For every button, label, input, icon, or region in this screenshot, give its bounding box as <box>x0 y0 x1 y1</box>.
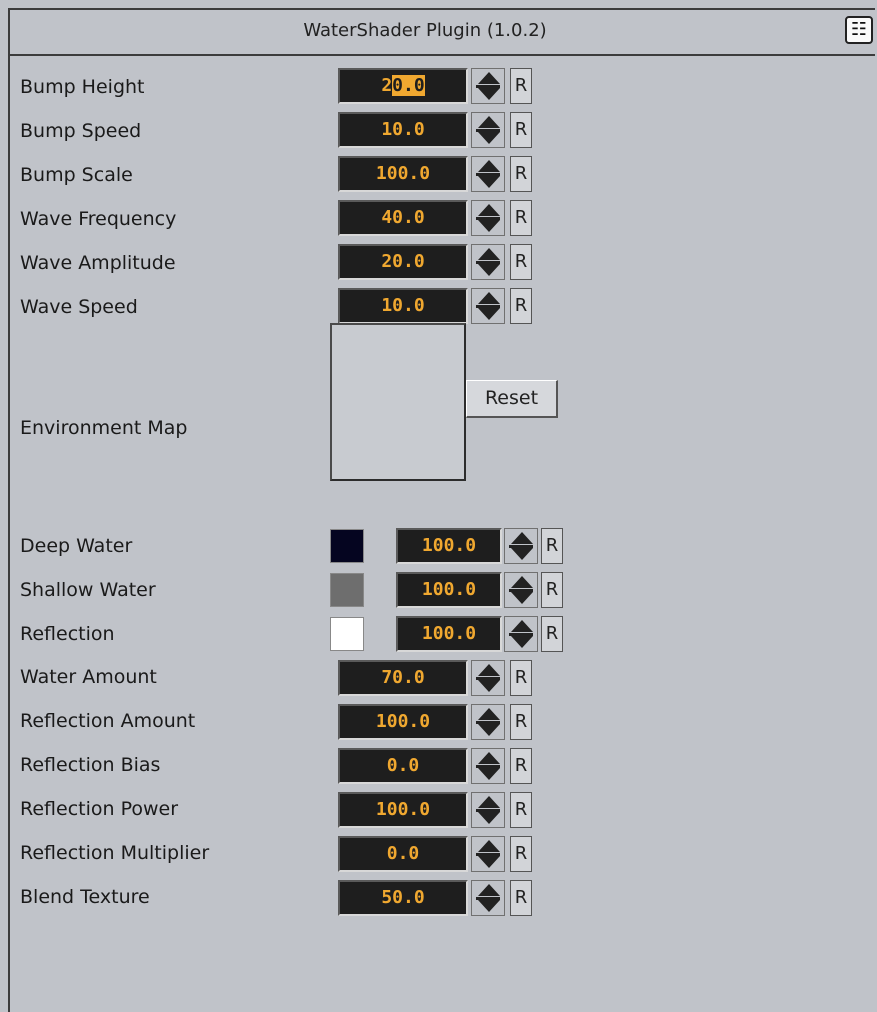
wave-speed-field[interactable]: 10.0 <box>338 288 468 324</box>
bump-speed-field[interactable]: 10.0 <box>338 112 468 148</box>
reflection-multiplier-field[interactable]: 0.0 <box>338 836 468 872</box>
bump-height-spinner[interactable] <box>471 68 505 104</box>
water-amount-field[interactable]: 70.0 <box>338 660 468 696</box>
reflection-bias-field[interactable]: 0.0 <box>338 748 468 784</box>
reflection-bias-reset-button[interactable]: R <box>510 748 532 784</box>
label-reflection-bias: Reflection Bias <box>20 754 161 776</box>
shallow-water-color-swatch[interactable] <box>330 573 364 607</box>
blend-texture-reset-button[interactable]: R <box>510 880 532 916</box>
wave-frequency-reset-button[interactable]: R <box>510 200 532 236</box>
panel-title: WaterShader Plugin (1.0.2) <box>303 20 547 41</box>
wave-speed-reset-button[interactable]: R <box>510 288 532 324</box>
wave-amplitude-field[interactable]: 20.0 <box>338 244 468 280</box>
water-amount-reset-button[interactable]: R <box>510 660 532 696</box>
label-reflection: Reflection <box>20 623 115 645</box>
wave-amplitude-spinner[interactable] <box>471 244 505 280</box>
reflection-amount-spinner[interactable] <box>471 704 505 740</box>
environment-map-reset-button[interactable]: Reset <box>466 380 558 418</box>
panel-titlebar: WaterShader Plugin (1.0.2) ☷ <box>10 10 875 56</box>
label-reflection-power: Reflection Power <box>20 798 179 820</box>
label-reflection-multiplier: Reflection Multiplier <box>20 842 210 864</box>
label-reflection-amount: Reflection Amount <box>20 710 196 732</box>
reflection-field[interactable]: 100.0 <box>396 616 502 652</box>
wave-frequency-spinner[interactable] <box>471 200 505 236</box>
shallow-water-field[interactable]: 100.0 <box>396 572 502 608</box>
label-bump-scale: Bump Scale <box>20 164 133 186</box>
bump-scale-reset-button[interactable]: R <box>510 156 532 192</box>
bump-height-field[interactable]: 20.0 <box>338 68 468 104</box>
label-bump-speed: Bump Speed <box>20 120 142 142</box>
environment-map-dropzone[interactable] <box>330 323 466 481</box>
wave-frequency-field[interactable]: 40.0 <box>338 200 468 236</box>
bump-height-selection: 0.0 <box>392 75 425 96</box>
label-wave-amplitude: Wave Amplitude <box>20 252 176 274</box>
bump-speed-spinner[interactable] <box>471 112 505 148</box>
bump-scale-spinner[interactable] <box>471 156 505 192</box>
label-environment-map: Environment Map <box>20 417 188 439</box>
bump-height-caret-text: 2 <box>381 75 393 96</box>
label-blend-texture: Blend Texture <box>20 886 150 908</box>
blend-texture-field[interactable]: 50.0 <box>338 880 468 916</box>
label-wave-frequency: Wave Frequency <box>20 208 177 230</box>
reflection-spinner[interactable] <box>504 616 538 652</box>
reflection-power-reset-button[interactable]: R <box>510 792 532 828</box>
shallow-water-reset-button[interactable]: R <box>541 572 563 608</box>
deep-water-spinner[interactable] <box>504 528 538 564</box>
reflection-multiplier-spinner[interactable] <box>471 836 505 872</box>
deep-water-color-swatch[interactable] <box>330 529 364 563</box>
reflection-amount-reset-button[interactable]: R <box>510 704 532 740</box>
bump-scale-field[interactable]: 100.0 <box>338 156 468 192</box>
wave-amplitude-reset-button[interactable]: R <box>510 244 532 280</box>
reflection-amount-field[interactable]: 100.0 <box>338 704 468 740</box>
label-shallow-water: Shallow Water <box>20 579 156 601</box>
label-wave-speed: Wave Speed <box>20 296 138 318</box>
bump-height-reset-button[interactable]: R <box>510 68 532 104</box>
blend-texture-spinner[interactable] <box>471 880 505 916</box>
wave-speed-spinner[interactable] <box>471 288 505 324</box>
shallow-water-spinner[interactable] <box>504 572 538 608</box>
deep-water-field[interactable]: 100.0 <box>396 528 502 564</box>
label-deep-water: Deep Water <box>20 535 133 557</box>
label-bump-height: Bump Height <box>20 76 145 98</box>
reflection-power-spinner[interactable] <box>471 792 505 828</box>
reflection-reset-button[interactable]: R <box>541 616 563 652</box>
reflection-power-field[interactable]: 100.0 <box>338 792 468 828</box>
reflection-multiplier-reset-button[interactable]: R <box>510 836 532 872</box>
reflection-bias-spinner[interactable] <box>471 748 505 784</box>
water-amount-spinner[interactable] <box>471 660 505 696</box>
bump-speed-reset-button[interactable]: R <box>510 112 532 148</box>
plugin-info-icon[interactable]: ☷ <box>845 16 873 44</box>
label-water-amount: Water Amount <box>20 666 157 688</box>
reflection-color-swatch[interactable] <box>330 617 364 651</box>
deep-water-reset-button[interactable]: R <box>541 528 563 564</box>
